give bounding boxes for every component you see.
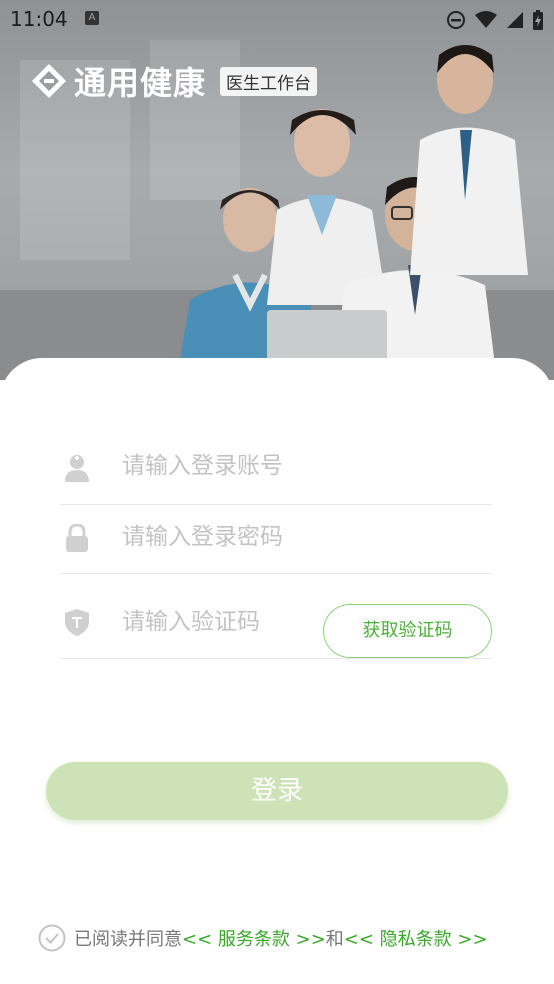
status-icons [446, 9, 544, 31]
doctor-male-right-figure [410, 45, 528, 275]
account-input[interactable] [122, 453, 372, 479]
status-time: 11:04 [10, 7, 68, 31]
cellular-signal-icon [507, 12, 523, 28]
brand-name: 通用健康 [74, 64, 207, 102]
do-not-disturb-icon [447, 11, 465, 29]
service-terms-link[interactable]: << 服务条款 >> [182, 925, 326, 951]
brand-tag: 医生工作台 [220, 66, 318, 96]
agreement-checkbox-icon[interactable] [38, 924, 66, 952]
brand-logo-icon [32, 64, 66, 98]
verification-code-input[interactable] [122, 609, 312, 635]
password-input[interactable] [122, 524, 372, 550]
status-bar: 11:04 A [0, 0, 554, 38]
account-field [60, 438, 492, 505]
hero-banner [0, 0, 554, 380]
login-button[interactable]: 登录 [46, 762, 508, 820]
lock-icon [66, 524, 88, 552]
notification-a-icon: A [85, 11, 99, 25]
wifi-icon [475, 11, 497, 28]
login-card: 获取验证码 登录 已阅读并同意 << 服务条款 >> 和 << 隐私条款 >> [0, 358, 554, 984]
doctor-user-icon [65, 455, 89, 482]
shield-icon [65, 609, 89, 636]
privacy-terms-link[interactable]: << 隐私条款 >> [344, 925, 488, 951]
brand-header: 通用健康 医生工作台 [30, 58, 318, 104]
get-code-button[interactable]: 获取验证码 [323, 604, 492, 658]
laptop-figure [267, 310, 387, 365]
agreement-prefix: 已阅读并同意 [74, 929, 182, 950]
agreement-conjunction: 和 [325, 929, 344, 950]
agreement-row: 已阅读并同意 << 服务条款 >> 和 << 隐私条款 >> [38, 924, 488, 952]
battery-charging-icon [533, 10, 543, 30]
password-field [60, 505, 492, 574]
verification-code-field: 获取验证码 [60, 574, 492, 659]
